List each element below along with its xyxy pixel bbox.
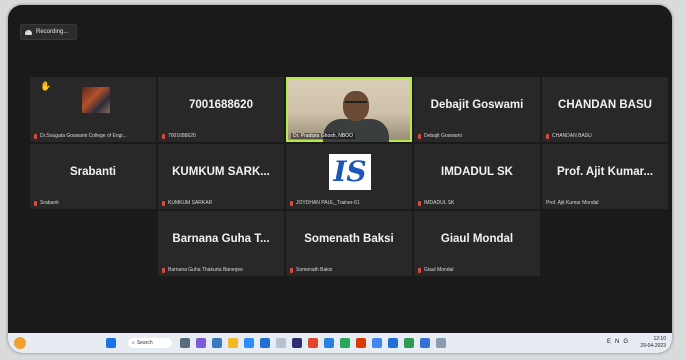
zoom-window: Recording... ✋ Dr.Sougata Goswami Colleg… [8, 5, 672, 353]
participant-tile[interactable]: Giaul Mondal Giaul Mondal [414, 211, 540, 276]
participant-name: Barnana Guha T... [172, 233, 270, 245]
participant-tile[interactable]: Prof. Ajit Kumar... Prof. Ajit Kumar Mon… [542, 144, 668, 209]
is-logo: IS [329, 154, 371, 190]
recording-indicator[interactable]: Recording... [20, 24, 78, 40]
participant-tile[interactable]: Barnana Guha T... Barnana Guha Thakurta … [158, 211, 284, 276]
participant-label: Prof. Ajit Kumar Mondal [546, 200, 599, 206]
widgets-icon[interactable] [196, 338, 206, 348]
app-icon[interactable] [420, 338, 430, 348]
word-icon[interactable] [388, 338, 398, 348]
participant-tile[interactable]: CHANDAN BASU CHANDAN BASU [542, 77, 668, 142]
clock-date: 29-04-2023 [640, 343, 666, 349]
participant-label: Somenath Baksi [296, 267, 333, 273]
participant-name: Prof. Ajit Kumar... [556, 166, 654, 178]
mic-muted-icon [162, 133, 165, 139]
edge-icon[interactable] [260, 338, 270, 348]
app-icon[interactable] [292, 338, 302, 348]
participant-name: CHANDAN BASU [558, 99, 652, 111]
clock-time: 12:10 [653, 336, 666, 342]
google-icon[interactable] [372, 338, 382, 348]
folder-icon[interactable] [228, 338, 238, 348]
search-icon: ⌕ [132, 340, 135, 346]
participant-tile[interactable]: 7001688620 7001688620 [158, 77, 284, 142]
app-icon[interactable] [276, 338, 286, 348]
participant-name: Srabanti [69, 166, 116, 178]
mic-muted-icon [418, 133, 421, 139]
mic-muted-icon [418, 200, 421, 206]
participant-label: Giaul Mondal [424, 267, 454, 273]
mic-muted-icon [34, 200, 37, 206]
participant-name: 7001688620 [189, 99, 253, 111]
recording-label: Recording... [36, 29, 69, 35]
participant-label: KUMKUM SARKAR [168, 200, 213, 206]
participant-label: Debajit Goswami [424, 133, 462, 139]
mic-muted-icon [290, 267, 293, 273]
participant-label: Dr.Sougata Goswami College of Engi... [40, 133, 127, 139]
taskbar-clock[interactable]: 12:10 29-04-2023 [640, 336, 666, 350]
taskbar-search[interactable]: ⌕ Search [128, 338, 172, 348]
participant-label: JOYDHAN PAUL_Trainer-61 [296, 200, 360, 206]
chrome-icon[interactable] [340, 338, 350, 348]
mic-muted-icon [290, 200, 293, 206]
active-speaker-tile[interactable]: Dr. Pradipta Ghosh, NBOO [286, 77, 412, 142]
participant-name: IMDADUL SK [441, 166, 513, 178]
mail-icon[interactable] [324, 338, 334, 348]
whatsapp-icon[interactable] [404, 338, 414, 348]
participant-tile[interactable]: Debajit Goswami Debajit Goswami [414, 77, 540, 142]
participant-photo [82, 87, 110, 113]
participant-tile[interactable]: Srabanti Srabanti [30, 144, 156, 209]
participant-label: Barnana Guha Thakurta Banerjee [168, 267, 243, 273]
office-icon[interactable] [308, 338, 318, 348]
windows-taskbar: ⌕ Search ENG 12:10 29-04-2023 [8, 333, 672, 353]
mic-muted-icon [34, 133, 37, 139]
participant-label: CHANDAN BASU [552, 133, 592, 139]
participant-label: IMDADUL SK [424, 200, 455, 206]
mic-muted-icon [162, 267, 165, 273]
mic-muted-icon [162, 200, 165, 206]
system-tray[interactable]: ENG [607, 339, 632, 345]
app-icon[interactable] [436, 338, 446, 348]
participant-name: Somenath Baksi [304, 233, 394, 245]
participant-tile[interactable]: IMDADUL SK IMDADUL SK [414, 144, 540, 209]
participant-tile[interactable]: ✋ Dr.Sougata Goswami College of Engi... [30, 77, 156, 142]
powerpoint-icon[interactable] [356, 338, 366, 348]
explorer-icon[interactable] [212, 338, 222, 348]
participant-gallery: ✋ Dr.Sougata Goswami College of Engi... … [30, 77, 668, 285]
participant-label: Srabanti [40, 200, 59, 206]
zoom-app-icon[interactable] [244, 338, 254, 348]
participant-video [288, 79, 410, 142]
mic-muted-icon [418, 267, 421, 273]
recording-icon [25, 29, 32, 35]
participant-name: Giaul Mondal [440, 233, 514, 245]
taskbar-search-label: Search [136, 340, 153, 346]
participant-tile[interactable]: Somenath Baksi Somenath Baksi [286, 211, 412, 276]
mic-muted-icon [546, 133, 549, 139]
participant-tile[interactable]: IS JOYDHAN PAUL_Trainer-61 [286, 144, 412, 209]
start-icon[interactable] [106, 338, 116, 348]
weather-icon[interactable] [14, 337, 26, 349]
raised-hand-icon: ✋ [40, 81, 52, 91]
task-view-icon[interactable] [180, 338, 190, 348]
participant-tile[interactable]: KUMKUM SARK... KUMKUM SARKAR [158, 144, 284, 209]
participant-name: KUMKUM SARK... [172, 166, 270, 178]
participant-label: Dr. Pradipta Ghosh, NBOO [291, 133, 356, 139]
participant-name: Debajit Goswami [430, 99, 524, 111]
participant-label: 7001688620 [168, 133, 196, 139]
